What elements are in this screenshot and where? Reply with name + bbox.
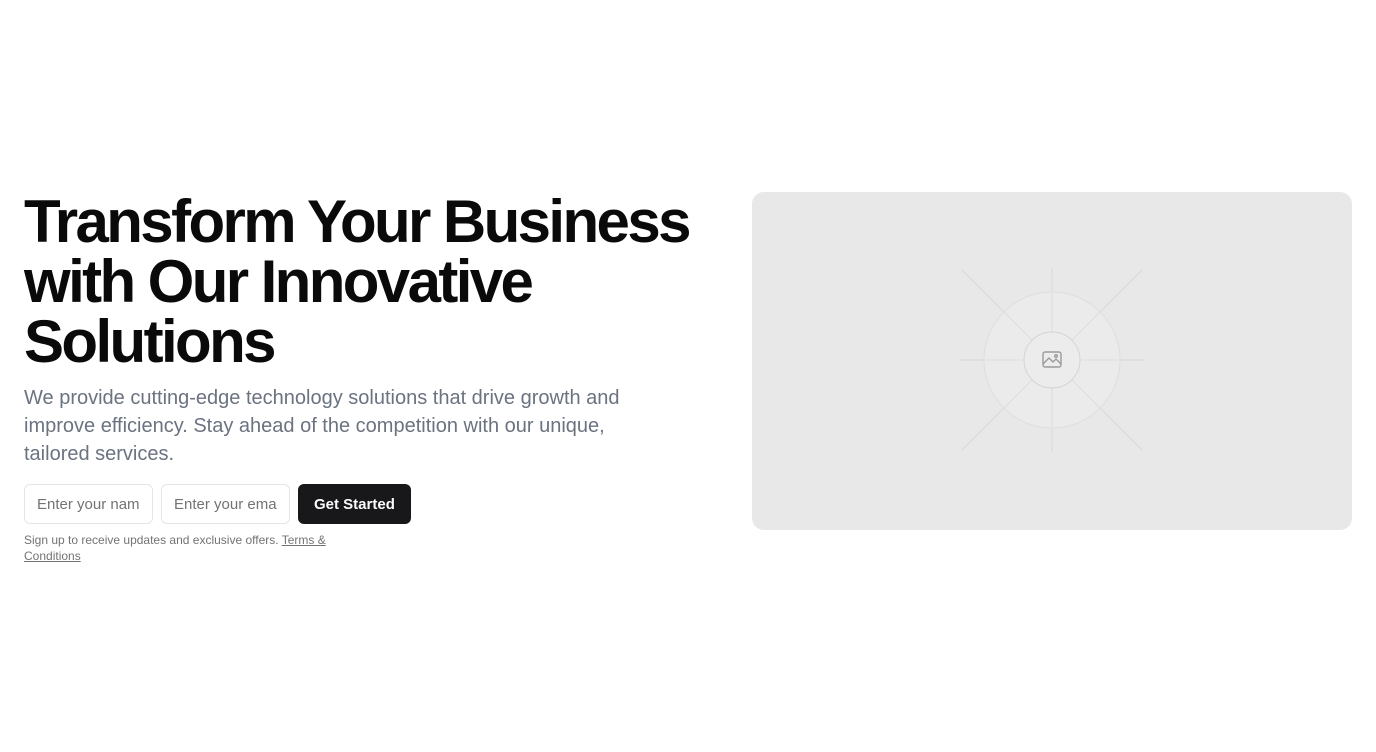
placeholder-inner-circle: [1023, 331, 1081, 389]
signup-disclaimer: Sign up to receive updates and exclusive…: [24, 532, 364, 564]
signup-form: Get Started: [24, 484, 724, 524]
name-input[interactable]: [24, 484, 153, 524]
hero-headline: Transform Your Business with Our Innovat…: [24, 188, 691, 375]
hero-content: Transform Your Business with Our Innovat…: [24, 192, 724, 564]
get-started-button[interactable]: Get Started: [298, 484, 411, 524]
hero-image-placeholder: [752, 192, 1352, 530]
disclaimer-text: Sign up to receive updates and exclusive…: [24, 533, 282, 547]
email-input[interactable]: [161, 484, 290, 524]
placeholder-graphic: [960, 268, 1144, 452]
hero-description: We provide cutting-edge technology solut…: [24, 387, 620, 465]
hero-section: Transform Your Business with Our Innovat…: [0, 0, 1376, 752]
